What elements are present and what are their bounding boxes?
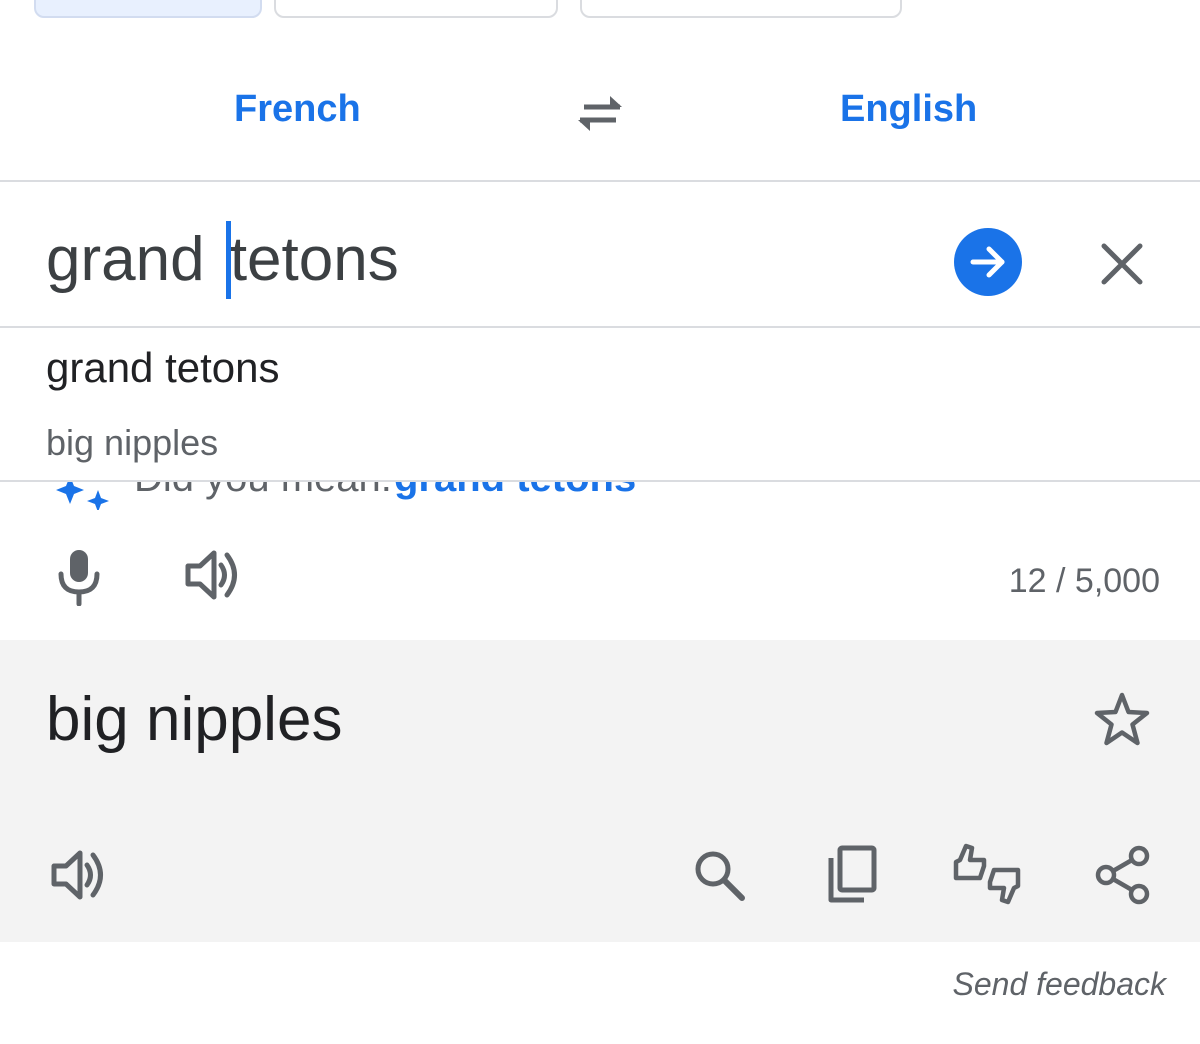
divider bbox=[0, 180, 1200, 182]
source-text-input[interactable]: grand tetons bbox=[46, 220, 399, 303]
mode-chip-text[interactable] bbox=[34, 0, 262, 18]
clear-input-button[interactable] bbox=[1094, 236, 1150, 292]
microphone-icon[interactable] bbox=[54, 548, 104, 606]
character-counter: 12 / 5,000 bbox=[1008, 562, 1160, 600]
send-feedback-link[interactable]: Send feedback bbox=[953, 966, 1167, 1003]
search-icon[interactable] bbox=[690, 846, 748, 904]
arrow-right-icon bbox=[970, 246, 1005, 278]
input-text-after-caret: tetons bbox=[229, 225, 399, 294]
input-text-before-caret: grand bbox=[46, 225, 222, 294]
swap-languages-icon[interactable] bbox=[572, 90, 628, 134]
suggestion-dropdown: grand tetons big nipples bbox=[0, 326, 1200, 482]
source-language-button[interactable]: French bbox=[234, 88, 361, 131]
share-icon[interactable] bbox=[1094, 844, 1152, 906]
close-icon bbox=[1101, 243, 1143, 285]
language-bar: French English bbox=[0, 60, 1200, 160]
text-caret bbox=[225, 220, 231, 299]
input-toolbar: 12 / 5,000 bbox=[0, 540, 1200, 610]
translation-text: big nipples bbox=[46, 685, 343, 754]
mode-chip-images[interactable] bbox=[274, 0, 558, 18]
thumbs-feedback-icon[interactable] bbox=[950, 840, 1024, 912]
speaker-icon[interactable] bbox=[50, 846, 108, 904]
copy-icon[interactable] bbox=[824, 844, 882, 906]
suggestion-translation-item[interactable]: big nipples bbox=[46, 422, 218, 464]
translation-result: big nipples bbox=[0, 640, 1200, 942]
mode-chips bbox=[0, 0, 1200, 18]
translate-go-button[interactable] bbox=[954, 228, 1022, 296]
speaker-icon[interactable] bbox=[184, 546, 242, 604]
star-icon[interactable] bbox=[1092, 690, 1152, 750]
target-language-button[interactable]: English bbox=[840, 88, 977, 131]
suggestion-item[interactable]: grand tetons bbox=[46, 344, 280, 392]
mode-chip-documents[interactable] bbox=[580, 0, 902, 18]
